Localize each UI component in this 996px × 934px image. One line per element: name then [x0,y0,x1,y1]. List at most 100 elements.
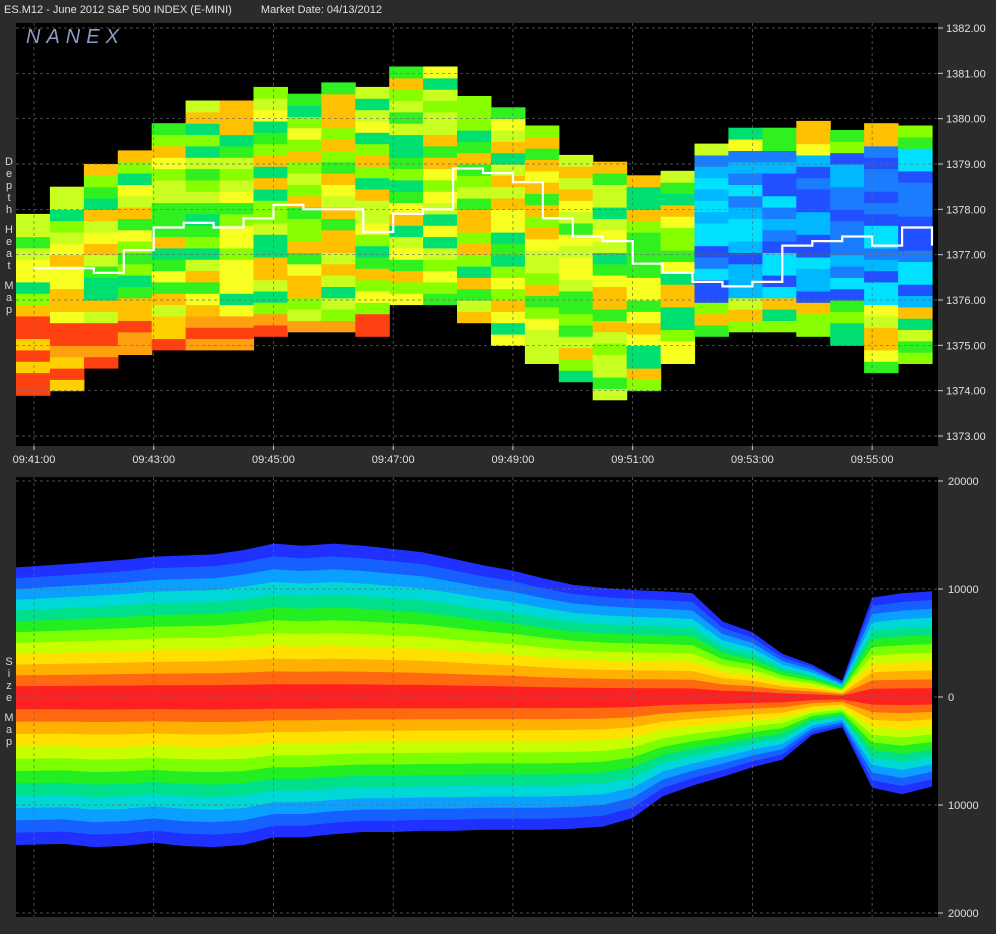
heat-cell [185,179,221,192]
heat-cell [253,109,288,122]
heat-cell [253,200,288,213]
heat-cell [457,96,492,108]
heat-cell [491,277,526,290]
heat-cell [898,125,933,138]
heat-cell [423,293,458,306]
heat-cell [83,345,119,358]
y-tick-label: 20000 [948,908,979,920]
heat-cell [117,195,153,208]
heat-cell [355,86,390,99]
heat-cell [898,352,933,364]
heat-cell [830,300,865,312]
heat-cell [287,218,322,231]
heat-cell [287,275,322,287]
heat-cell [491,209,526,222]
heat-cell [524,125,560,138]
heat-cell [321,93,356,106]
heat-cell [355,177,390,190]
heat-cell [49,243,85,256]
heat-cell [321,139,356,151]
heat-cell [830,254,865,267]
heat-cell [321,275,356,287]
heat-cell [151,179,187,192]
heat-cell [592,263,628,276]
heat-cell [219,168,255,181]
heat-cell [49,254,85,267]
heat-cell [321,218,356,231]
heat-cell [457,220,492,233]
heat-cell [185,281,221,294]
heat-cell [830,130,865,142]
heat-cell [898,318,933,330]
heat-cell [558,324,594,337]
heat-cell [864,134,899,147]
heat-cell [660,227,696,240]
heat-cell [694,245,729,258]
heat-cell [524,148,560,160]
heat-cell [49,209,85,222]
heat-cell [151,157,187,170]
heat-cell [16,247,51,260]
heat-cell [219,259,255,272]
heat-cell [423,77,458,90]
heat-cell [762,207,797,219]
heat-cell [83,277,119,290]
heat-cell [355,211,390,224]
heat-cell [321,252,356,265]
heat-cell [117,275,153,287]
heat-cell [592,377,628,389]
heat-cell [898,182,933,194]
heat-cell [287,320,322,333]
heat-cell [694,234,729,247]
heat-cell [660,272,696,285]
heat-cell [423,157,458,170]
heat-cell [321,82,356,95]
heat-cell [83,175,119,188]
heat-cell [457,141,492,154]
heat-cell [796,245,831,258]
heat-cell [389,202,424,215]
x-tick-label: 09:41:00 [13,454,56,466]
heat-cell [219,213,255,226]
heat-cell [491,152,526,165]
heat-cell [660,170,696,183]
heat-cell [864,145,899,158]
heat-cell [491,266,526,278]
heat-cell [796,256,831,269]
heat-cell [457,186,492,199]
side-label-letter: S [5,656,12,668]
heat-cell [491,300,526,312]
heat-cell [592,286,628,299]
heat-cell [660,295,696,308]
heat-cell [253,279,288,292]
heat-cell [796,166,831,179]
side-label-letter: t [7,192,10,204]
heat-cell [524,227,560,240]
heat-cell [151,236,187,249]
side-label-letter: a [6,292,13,304]
heat-cell [626,300,662,312]
heat-cell [355,200,390,213]
heat-cell [151,213,187,226]
heat-cell [626,175,662,188]
heat-cell [185,270,221,283]
heat-cell [524,238,560,251]
heat-cell [16,293,51,306]
heat-cell [49,288,85,301]
heat-cell [253,302,288,315]
heat-cell [185,134,221,147]
heat-cell [151,327,187,340]
heat-cell [830,243,865,256]
heat-cell [423,247,458,260]
x-tick-label: 09:43:00 [132,454,175,466]
heat-cell [389,259,424,272]
heat-cell [151,134,187,147]
heat-cell [796,200,831,213]
heat-cell [864,168,899,181]
heat-cell [287,241,322,253]
heat-cell [117,173,153,185]
heat-cell [355,324,390,337]
heat-cell [287,229,322,242]
heat-cell [626,322,662,335]
heat-cell [117,161,153,174]
